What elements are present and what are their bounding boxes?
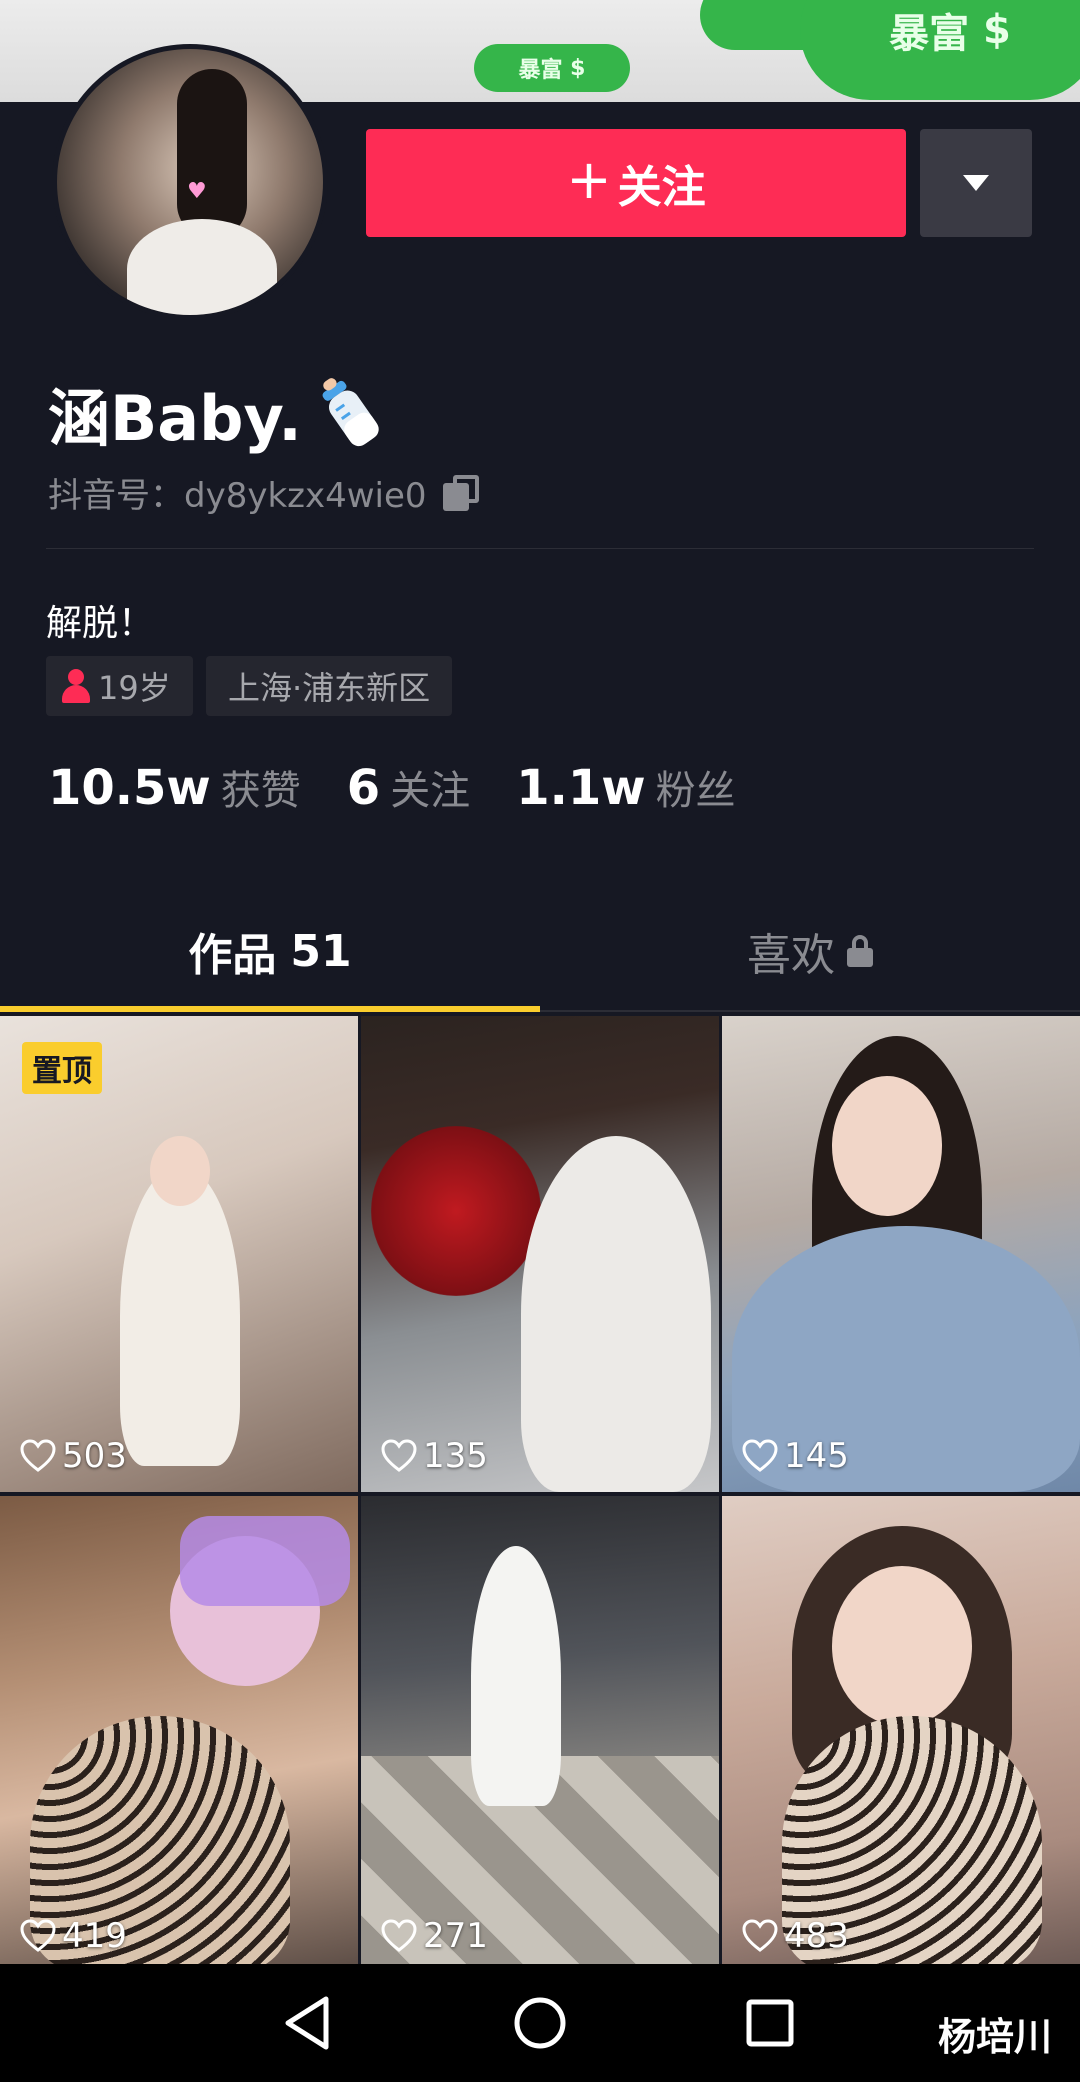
tab-likes[interactable]: 喜欢 bbox=[540, 890, 1080, 1012]
avatar[interactable]: ♥ bbox=[52, 44, 328, 320]
stat-likes[interactable]: 10.5w 获赞 bbox=[48, 758, 301, 816]
thumbnail-headset bbox=[180, 1516, 350, 1606]
video-likes: 503 bbox=[20, 1436, 127, 1476]
video-thumbnail[interactable]: 483 bbox=[722, 1496, 1080, 1972]
heart-outline-icon bbox=[742, 1439, 778, 1472]
pinned-badge: 置顶 bbox=[22, 1042, 102, 1094]
follow-label: 关注 bbox=[617, 162, 706, 213]
likes-count: 419 bbox=[62, 1916, 127, 1956]
home-circle-icon bbox=[514, 1997, 566, 2049]
thumbnail-face bbox=[832, 1566, 972, 1726]
video-thumbnail[interactable]: 271 bbox=[361, 1496, 719, 1972]
female-icon bbox=[62, 669, 90, 703]
video-likes: 419 bbox=[20, 1916, 127, 1956]
video-grid: 置顶 503 135 145 419 271 483 bbox=[0, 1016, 1080, 1972]
system-nav-bar bbox=[0, 1964, 1080, 2082]
video-likes: 135 bbox=[381, 1436, 488, 1476]
heart-outline-icon bbox=[381, 1919, 417, 1952]
nickname-text: 涵Baby. bbox=[48, 382, 302, 455]
avatar-dress bbox=[127, 219, 277, 315]
likes-count: 271 bbox=[423, 1916, 488, 1956]
nav-back-button[interactable] bbox=[258, 1978, 358, 2068]
stat-label: 关注 bbox=[390, 768, 471, 814]
location-text: 上海·浦东新区 bbox=[228, 669, 431, 707]
cover-sticker: 暴富 $ bbox=[474, 44, 630, 92]
copy-icon[interactable] bbox=[442, 474, 479, 511]
video-likes: 271 bbox=[381, 1916, 488, 1956]
nav-recents-button[interactable] bbox=[720, 1978, 820, 2068]
video-thumbnail[interactable]: 置顶 503 bbox=[0, 1016, 358, 1492]
stat-following[interactable]: 6 关注 bbox=[347, 758, 470, 816]
age-tag: 19岁 bbox=[46, 656, 193, 716]
video-thumbnail[interactable]: 145 bbox=[722, 1016, 1080, 1492]
location-tag: 上海·浦东新区 bbox=[206, 656, 453, 716]
video-thumbnail[interactable]: 135 bbox=[361, 1016, 719, 1492]
thumbnail-roses bbox=[371, 1126, 541, 1296]
likes-count: 503 bbox=[62, 1436, 127, 1476]
video-likes: 145 bbox=[742, 1436, 849, 1476]
thumbnail-person bbox=[120, 1166, 240, 1466]
follow-button[interactable]: + 关注 bbox=[366, 129, 906, 237]
lock-icon bbox=[847, 935, 873, 967]
tab-indicator bbox=[0, 1006, 540, 1012]
tab-works-label: 作品 bbox=[188, 930, 277, 981]
thumbnail-face bbox=[832, 1076, 942, 1216]
cover-sticker-large: 暴富 $ bbox=[800, 0, 1080, 100]
bio: 解脱！ bbox=[46, 603, 155, 644]
age-text: 19岁 bbox=[98, 669, 171, 707]
heart-outline-icon bbox=[20, 1919, 56, 1952]
tab-works[interactable]: 作品 51 bbox=[0, 890, 540, 1012]
heart-outline-icon bbox=[742, 1919, 778, 1952]
video-thumbnail[interactable]: 419 bbox=[0, 1496, 358, 1972]
profile-tabs: 作品 51 喜欢 bbox=[0, 890, 1080, 1012]
tabs-divider bbox=[540, 1010, 1080, 1012]
stat-followers[interactable]: 1.1w 粉丝 bbox=[516, 758, 735, 816]
thumbnail-face bbox=[150, 1136, 210, 1206]
divider bbox=[46, 548, 1034, 549]
douyin-id: 抖音号：dy8ykzx4wie0 bbox=[48, 468, 479, 517]
stats-row: 10.5w 获赞 6 关注 1.1w 粉丝 bbox=[48, 758, 782, 816]
more-options-button[interactable] bbox=[920, 129, 1032, 237]
back-triangle-icon bbox=[285, 1996, 329, 2050]
nickname: 涵Baby. bbox=[48, 368, 390, 458]
video-likes: 483 bbox=[742, 1916, 849, 1956]
watermark: 杨培川 bbox=[938, 2015, 1053, 2059]
baby-bottle-icon bbox=[322, 378, 379, 447]
tab-likes-label: 喜欢 bbox=[747, 930, 835, 981]
stat-number: 1.1w bbox=[516, 760, 646, 816]
heart-sticker-icon: ♥ bbox=[187, 179, 207, 204]
plus-icon: + bbox=[566, 148, 612, 211]
likes-count: 135 bbox=[423, 1436, 488, 1476]
avatar-hair bbox=[177, 69, 247, 239]
likes-count: 145 bbox=[784, 1436, 849, 1476]
nav-home-button[interactable] bbox=[490, 1978, 590, 2068]
thumbnail-person bbox=[471, 1546, 561, 1806]
stat-number: 6 bbox=[346, 760, 381, 816]
caret-down-icon bbox=[963, 175, 989, 191]
heart-outline-icon bbox=[381, 1439, 417, 1472]
tab-works-count: 51 bbox=[290, 925, 352, 977]
douyin-id-text: 抖音号：dy8ykzx4wie0 bbox=[48, 476, 427, 516]
heart-outline-icon bbox=[20, 1439, 56, 1472]
stat-number: 10.5w bbox=[48, 760, 211, 816]
stat-label: 粉丝 bbox=[655, 768, 736, 814]
stat-label: 获赞 bbox=[220, 768, 301, 814]
thumbnail-person bbox=[521, 1136, 711, 1492]
likes-count: 483 bbox=[784, 1916, 849, 1956]
recents-square-icon bbox=[746, 1999, 794, 2047]
